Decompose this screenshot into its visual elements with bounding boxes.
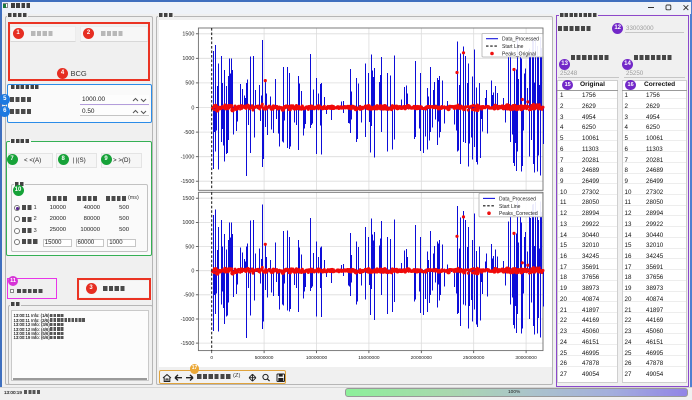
svg-text:20000000: 20000000: [411, 355, 433, 361]
svg-text:1000: 1000: [182, 220, 194, 226]
svg-text:1500: 1500: [182, 32, 194, 38]
svg-text:Data_Processed: Data_Processed: [499, 196, 536, 202]
svg-text:-1000: -1000: [181, 317, 195, 323]
svg-text:5000000: 5000000: [255, 355, 274, 361]
svg-text:Start Line: Start Line: [502, 44, 524, 50]
svg-text:Peaks_Original: Peaks_Original: [502, 52, 536, 58]
svg-text:-1000: -1000: [181, 155, 195, 161]
svg-text:-500: -500: [184, 130, 195, 136]
svg-text:Data_Processed: Data_Processed: [502, 37, 539, 43]
svg-text:Start Line: Start Line: [499, 204, 521, 210]
svg-text:30000000: 30000000: [515, 355, 537, 361]
svg-text:-1500: -1500: [181, 341, 195, 347]
svg-text:0: 0: [191, 105, 194, 111]
svg-text:-1500: -1500: [181, 179, 195, 185]
svg-text:500: 500: [185, 81, 194, 87]
svg-text:-500: -500: [184, 293, 195, 299]
svg-text:15000000: 15000000: [358, 355, 380, 361]
svg-text:25000000: 25000000: [463, 355, 485, 361]
svg-text:0: 0: [210, 355, 213, 361]
svg-text:0: 0: [191, 269, 194, 275]
svg-text:500: 500: [185, 244, 194, 250]
svg-text:1500: 1500: [182, 196, 194, 202]
svg-text:Peaks_Corrected: Peaks_Corrected: [499, 211, 538, 217]
svg-text:10000000: 10000000: [306, 355, 328, 361]
svg-text:1000: 1000: [182, 56, 194, 62]
